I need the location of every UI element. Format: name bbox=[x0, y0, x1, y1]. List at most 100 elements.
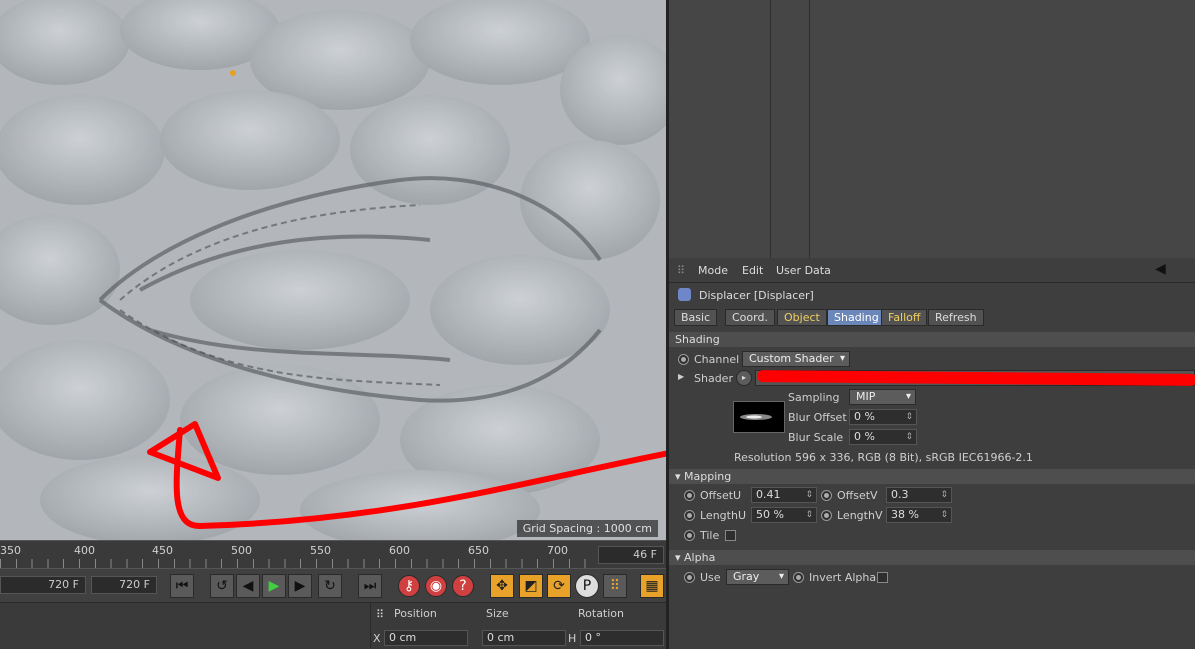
record-keys-icon[interactable]: ⚷ bbox=[398, 575, 420, 597]
rotation-h-field[interactable]: 0 ° bbox=[580, 630, 664, 646]
size-x-field[interactable]: 0 cm bbox=[482, 630, 566, 646]
blur-scale-label: Blur Scale bbox=[788, 431, 844, 444]
offsetv-animate-icon[interactable] bbox=[821, 490, 832, 501]
start-frame-field[interactable]: 720 F bbox=[0, 576, 86, 594]
rotation-label: Rotation bbox=[578, 607, 625, 620]
animation-mode-icon[interactable]: ▦ bbox=[640, 574, 664, 598]
column-divider bbox=[809, 0, 810, 258]
offsetu-animate-icon[interactable] bbox=[684, 490, 695, 501]
blur-scale-field[interactable]: 0 % bbox=[849, 429, 917, 445]
tick-label: 450 bbox=[152, 544, 173, 557]
alpha-section-label: Alpha bbox=[684, 551, 716, 564]
tab-shading[interactable]: Shading bbox=[827, 309, 886, 326]
use-animate-icon[interactable] bbox=[684, 572, 695, 583]
tick-label: 550 bbox=[310, 544, 331, 557]
tile-animate-icon[interactable] bbox=[684, 530, 695, 541]
shader-label: Shader bbox=[694, 372, 733, 385]
record-point-level-icon[interactable]: ⠿ bbox=[603, 574, 627, 598]
lengthv-label: LengthV bbox=[837, 509, 883, 522]
end-frame-field[interactable]: 720 F bbox=[91, 576, 157, 594]
tab-bar: Basic Coord. Object Shading Falloff Refr… bbox=[674, 309, 1194, 327]
collapse-triangle-icon: ▾ bbox=[675, 551, 685, 564]
use-label: Use bbox=[700, 571, 721, 584]
divider bbox=[669, 282, 1195, 283]
expand-triangle-icon[interactable]: ▶ bbox=[678, 372, 684, 381]
invert-alpha-animate-icon[interactable] bbox=[793, 572, 804, 583]
alpha-section-header[interactable]: ▾ Alpha bbox=[669, 550, 1195, 565]
back-arrow-icon[interactable]: ◀ bbox=[1155, 261, 1166, 277]
tick-label: 400 bbox=[74, 544, 95, 557]
size-label: Size bbox=[486, 607, 509, 620]
previous-frame-icon[interactable]: ◀ bbox=[236, 574, 260, 598]
invert-alpha-label: Invert Alpha bbox=[809, 571, 877, 584]
tab-coord[interactable]: Coord. bbox=[725, 309, 775, 326]
selection-point[interactable] bbox=[230, 70, 236, 76]
next-key-icon[interactable]: ↻ bbox=[318, 574, 342, 598]
record-rotation-icon[interactable]: ⟳ bbox=[547, 574, 571, 598]
record-parameter-icon[interactable]: P bbox=[575, 574, 599, 598]
tab-object[interactable]: Object bbox=[777, 309, 827, 326]
tick-label: 600 bbox=[389, 544, 410, 557]
terrain-render bbox=[0, 0, 666, 540]
go-to-start-icon[interactable]: ⏮ bbox=[170, 574, 194, 598]
channel-label: Channel bbox=[694, 353, 740, 366]
h-axis-label: H bbox=[568, 632, 577, 645]
offsetv-field[interactable]: 0.3 bbox=[886, 487, 952, 503]
tab-falloff[interactable]: Falloff bbox=[881, 309, 928, 326]
lengthu-animate-icon[interactable] bbox=[684, 510, 695, 521]
tab-refresh[interactable]: Refresh bbox=[928, 309, 984, 326]
tile-checkbox[interactable] bbox=[725, 530, 736, 541]
offsetu-field[interactable]: 0.41 bbox=[751, 487, 817, 503]
lengthv-field[interactable]: 38 % bbox=[886, 507, 952, 523]
lengthv-animate-icon[interactable] bbox=[821, 510, 832, 521]
viewport-3d[interactable]: Grid Spacing : 1000 cm bbox=[0, 0, 666, 540]
mapping-section-header[interactable]: ▾ Mapping bbox=[669, 469, 1195, 484]
grip-icon: ⠿ bbox=[677, 264, 686, 277]
mapping-section-label: Mapping bbox=[684, 470, 732, 483]
object-title: Displacer [Displacer] bbox=[699, 289, 814, 302]
lengthu-field[interactable]: 50 % bbox=[751, 507, 817, 523]
position-x-field[interactable]: 0 cm bbox=[384, 630, 468, 646]
autokey-icon[interactable]: ◉ bbox=[425, 575, 447, 597]
channel-animate-icon[interactable] bbox=[678, 354, 689, 365]
tick-label: 700 bbox=[547, 544, 568, 557]
play-icon[interactable]: ▶ bbox=[262, 574, 286, 598]
timeline-ruler[interactable]: 350 400 450 500 550 600 650 700 46 F bbox=[0, 540, 666, 568]
grid-spacing-label: Grid Spacing : 1000 cm bbox=[516, 520, 658, 537]
current-frame-field[interactable]: 46 F bbox=[598, 546, 664, 564]
tab-basic[interactable]: Basic bbox=[674, 309, 718, 326]
collapse-triangle-icon: ▾ bbox=[675, 470, 685, 483]
grip-icon: ⠿ bbox=[376, 608, 385, 621]
panel-splitter[interactable] bbox=[666, 0, 668, 649]
tick-label: 650 bbox=[468, 544, 489, 557]
channel-dropdown[interactable]: Custom Shader bbox=[742, 351, 850, 367]
position-label: Position bbox=[394, 607, 437, 620]
attribute-manager: ⠿ Mode Edit User Data ◀ Displacer [Displ… bbox=[668, 258, 1195, 649]
object-manager[interactable] bbox=[668, 0, 1195, 258]
coordinates-manager: ⠿ Position Size Rotation X 0 cm 0 cm H 0… bbox=[0, 602, 666, 649]
tick-label: 350 bbox=[0, 544, 21, 557]
displacer-icon bbox=[678, 288, 691, 301]
menu-mode[interactable]: Mode bbox=[698, 264, 728, 277]
offsetv-label: OffsetV bbox=[837, 489, 878, 502]
resolution-info: Resolution 596 x 336, RGB (8 Bit), sRGB … bbox=[734, 451, 1033, 464]
next-frame-icon[interactable]: ▶ bbox=[288, 574, 312, 598]
keyframe-selection-icon[interactable]: ? bbox=[452, 575, 474, 597]
sampling-dropdown[interactable]: MIP bbox=[849, 389, 916, 405]
record-position-icon[interactable]: ✥ bbox=[490, 574, 514, 598]
transport-bar: 720 F 720 F ⏮ ↺ ◀ ▶ ▶ ↻ ⏭ ⚷ ◉ ? ✥ ◩ ⟳ P … bbox=[0, 568, 666, 602]
column-divider bbox=[770, 0, 771, 258]
menu-user-data[interactable]: User Data bbox=[776, 264, 831, 277]
ruler-ticks bbox=[0, 559, 595, 568]
go-to-end-icon[interactable]: ⏭ bbox=[358, 574, 382, 598]
invert-alpha-checkbox[interactable] bbox=[877, 572, 888, 583]
blur-offset-field[interactable]: 0 % bbox=[849, 409, 917, 425]
record-scale-icon[interactable]: ◩ bbox=[519, 574, 543, 598]
shader-play-icon[interactable]: ▸ bbox=[736, 370, 752, 386]
previous-key-icon[interactable]: ↺ bbox=[210, 574, 234, 598]
shader-preview-thumbnail bbox=[733, 401, 785, 433]
use-dropdown[interactable]: Gray bbox=[726, 569, 789, 585]
offsetu-label: OffsetU bbox=[700, 489, 742, 502]
blur-offset-label: Blur Offset bbox=[788, 411, 847, 424]
menu-edit[interactable]: Edit bbox=[742, 264, 763, 277]
